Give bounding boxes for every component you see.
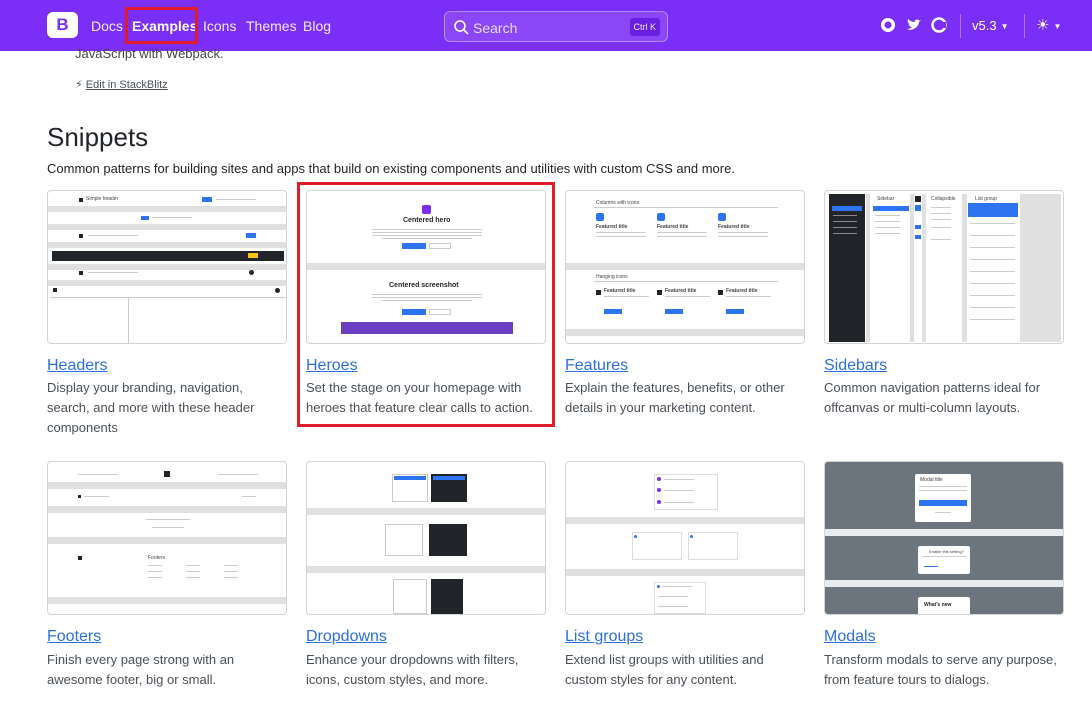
nav-link-icons[interactable]: Icons [203, 17, 236, 35]
headers-description: Display your branding, navigation, searc… [47, 380, 255, 435]
dropdowns-link[interactable]: Dropdowns [306, 628, 387, 646]
github-icon[interactable] [880, 17, 896, 33]
list-groups-description: Extend list groups with utilities and cu… [565, 652, 764, 687]
footers-thumbnail[interactable]: Footers [47, 461, 287, 615]
examples-highlight-box [125, 7, 198, 44]
features-link[interactable]: Features [565, 357, 628, 375]
theme-toggle[interactable]: ☀ ▼ [1036, 16, 1061, 34]
sidebars-link[interactable]: Sidebars [824, 357, 887, 375]
nav-link-themes[interactable]: Themes [246, 17, 297, 35]
search-shortcut: Ctrl K [629, 18, 660, 36]
bootstrap-logo[interactable]: B [47, 12, 78, 38]
version-dropdown[interactable]: v5.3 ▼ [972, 18, 1009, 33]
modals-thumbnail[interactable]: Modal title Enable this setting? What's … [824, 461, 1064, 615]
sidebars-description: Common navigation patterns ideal for off… [824, 380, 1041, 415]
features-thumbnail[interactable]: Columns with icons Featured title Featur… [565, 190, 805, 344]
search-input[interactable]: Search Ctrl K [444, 11, 668, 42]
footers-link[interactable]: Footers [47, 628, 101, 646]
navbar-divider [960, 14, 961, 38]
opencollective-icon[interactable] [931, 17, 947, 33]
lightning-icon: ⚡ [75, 79, 83, 91]
nav-link-blog[interactable]: Blog [303, 17, 331, 35]
dropdowns-thumbnail[interactable] [306, 461, 546, 615]
headers-thumbnail[interactable]: Simple header [47, 190, 287, 344]
section-title: Snippets [47, 122, 149, 152]
list-groups-thumbnail[interactable] [565, 461, 805, 615]
list-groups-link[interactable]: List groups [565, 628, 643, 646]
modals-description: Transform modals to serve any purpose, f… [824, 652, 1057, 687]
nav-link-docs[interactable]: Docs [91, 17, 123, 35]
dropdowns-description: Enhance your dropdowns with filters, ico… [306, 652, 519, 687]
stackblitz-link-label[interactable]: Edit in StackBlitz [86, 79, 168, 91]
section-lead: Common patterns for building sites and a… [47, 161, 735, 176]
headers-link[interactable]: Headers [47, 357, 107, 375]
heroes-highlight-box [297, 182, 555, 427]
search-icon [454, 20, 469, 35]
features-description: Explain the features, benefits, or other… [565, 380, 785, 415]
navbar-divider [1024, 14, 1025, 38]
intro-text: JavaScript with Webpack. [75, 46, 224, 61]
modals-link[interactable]: Modals [824, 628, 876, 646]
sun-icon: ☀ [1036, 17, 1050, 34]
footers-description: Finish every page strong with an awesome… [47, 652, 235, 687]
stackblitz-link[interactable]: ⚡ Edit in StackBlitz [75, 78, 168, 91]
sidebars-thumbnail[interactable]: Sidebar Collapsible List group [824, 190, 1064, 344]
twitter-icon[interactable] [906, 17, 922, 33]
search-placeholder: Search [473, 20, 518, 36]
